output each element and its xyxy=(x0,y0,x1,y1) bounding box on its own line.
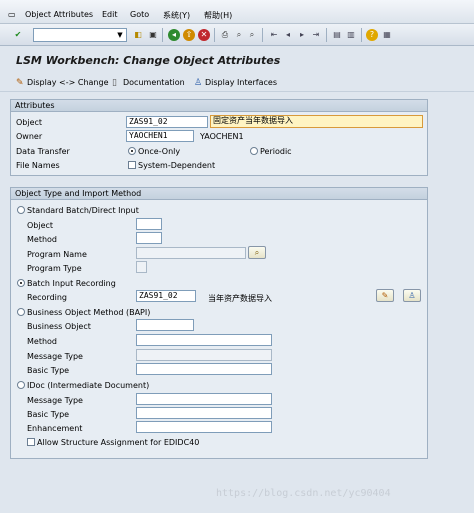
periodic-label: Periodic xyxy=(260,147,292,156)
program-name-field[interactable] xyxy=(136,247,246,259)
recording-field[interactable]: ZAS91_02 xyxy=(136,290,196,302)
data-transfer-label: Data Transfer xyxy=(16,147,70,156)
display-interfaces-button[interactable]: ♙ Display Interfaces xyxy=(194,78,277,88)
standard-batch-radio[interactable] xyxy=(17,206,25,214)
program-search-icon[interactable]: ⌕ xyxy=(248,246,266,259)
idoc-radio[interactable] xyxy=(17,381,25,389)
check-icon[interactable]: ✔ xyxy=(12,29,24,41)
allow-structure-label: Allow Structure Assignment for EDIDC40 xyxy=(37,438,200,447)
program-name-label: Program Name xyxy=(27,250,87,259)
application-toolbar: ✎ Display <-> Change ▯ Documentation ♙ D… xyxy=(0,72,474,92)
toolbar-divider xyxy=(214,28,215,42)
menu-bar: ▭ Object Attributes Edit Goto 系统(Y) 帮助(H… xyxy=(0,0,474,24)
business-object-field[interactable] xyxy=(136,319,194,331)
find-icon[interactable]: ⌕ xyxy=(233,29,245,41)
watermark-text: https://blog.csdn.net/yc90404 xyxy=(216,488,391,499)
once-only-label: Once-Only xyxy=(138,147,181,156)
back-icon[interactable]: ◂ xyxy=(168,29,180,41)
owner-field[interactable]: YAOCHEN1 xyxy=(126,130,194,142)
system-dependent-label: System-Dependent xyxy=(138,161,216,170)
help-icon[interactable]: ? xyxy=(366,29,378,41)
business-object-label: Business Object xyxy=(27,322,91,331)
idoc-label: IDoc (Intermediate Document) xyxy=(27,381,150,390)
prev-page-icon[interactable]: ◂ xyxy=(282,29,294,41)
system-menu-icon[interactable]: ▭ xyxy=(8,10,16,19)
save-icon[interactable]: ▣ xyxy=(147,29,159,41)
owner-label: Owner xyxy=(16,132,43,141)
enhancement-field[interactable] xyxy=(136,421,272,433)
object-description-field[interactable]: 固定资产当年数据导入 xyxy=(210,115,423,128)
file-names-label: File Names xyxy=(16,161,60,170)
shortcut-icon[interactable]: ▥ xyxy=(345,29,357,41)
bapi-radio[interactable] xyxy=(17,308,25,316)
documentation-button[interactable]: ▯ Documentation xyxy=(112,78,185,88)
edit-recording-icon[interactable]: ✎ xyxy=(376,289,394,302)
allow-structure-checkbox[interactable] xyxy=(27,438,35,446)
program-type-label: Program Type xyxy=(27,264,82,273)
attributes-group-header: Attributes xyxy=(11,100,427,112)
recording-description: 当年资产数据导入 xyxy=(208,294,272,303)
menu-object-attributes[interactable]: Object Attributes xyxy=(25,10,93,19)
display-change-button[interactable]: ✎ Display <-> Change xyxy=(16,78,109,88)
last-page-icon[interactable]: ⇥ xyxy=(310,29,322,41)
object-label: Object xyxy=(16,118,43,127)
menu-goto[interactable]: Goto xyxy=(130,10,149,19)
toolbar-divider xyxy=(326,28,327,42)
idoc-message-type-label: Message Type xyxy=(27,396,83,405)
bapi-basic-type-field[interactable] xyxy=(136,363,272,375)
recording-label: Recording xyxy=(27,293,68,302)
new-session-icon[interactable]: ▤ xyxy=(331,29,343,41)
next-page-icon[interactable]: ▸ xyxy=(296,29,308,41)
toolbar-divider xyxy=(262,28,263,42)
first-page-icon[interactable]: ⇤ xyxy=(268,29,280,41)
settings-icon[interactable]: ▦ xyxy=(381,29,393,41)
bookmark-icon[interactable]: ◧ xyxy=(132,29,144,41)
import-method-group-header: Object Type and Import Method xyxy=(11,188,427,200)
bapi-message-type-label: Message Type xyxy=(27,352,83,361)
object-field[interactable]: ZAS91_02 xyxy=(126,116,208,128)
command-field[interactable]: ▼ xyxy=(33,28,127,42)
cancel-icon[interactable]: ✕ xyxy=(198,29,210,41)
bapi-method-label: Method xyxy=(27,337,58,346)
toolbar-divider xyxy=(361,28,362,42)
std-method-label: Method xyxy=(27,235,58,244)
std-object-label: Object xyxy=(27,221,54,230)
enhancement-label: Enhancement xyxy=(27,424,83,433)
title-bar: LSM Workbench: Change Object Attributes xyxy=(0,48,474,72)
menu-edit[interactable]: Edit xyxy=(102,10,118,19)
bapi-method-field[interactable] xyxy=(136,334,272,346)
exit-icon[interactable]: ⇧ xyxy=(183,29,195,41)
menu-help[interactable]: 帮助(H) xyxy=(204,10,232,21)
idoc-message-type-field[interactable] xyxy=(136,393,272,405)
batch-input-recording-label: Batch Input Recording xyxy=(27,279,116,288)
std-object-field[interactable] xyxy=(136,218,162,230)
owner-name-text: YAOCHEN1 xyxy=(200,132,244,141)
standard-batch-label: Standard Batch/Direct Input xyxy=(27,206,139,215)
once-only-radio[interactable] xyxy=(128,147,136,155)
person-icon: ♙ xyxy=(194,78,203,88)
menu-system[interactable]: 系统(Y) xyxy=(163,10,190,21)
find-next-icon[interactable]: ⌕ xyxy=(246,29,258,41)
bapi-message-type-field[interactable] xyxy=(136,349,272,361)
batch-input-recording-radio[interactable] xyxy=(17,279,25,287)
standard-toolbar: ✔ ▼ ◧ ▣ ◂ ⇧ ✕ ⎙ ⌕ ⌕ ⇤ ◂ ▸ ⇥ ▤ ▥ ? ▦ xyxy=(0,24,474,46)
system-dependent-checkbox[interactable] xyxy=(128,161,136,169)
bapi-label: Business Object Method (BAPI) xyxy=(27,308,151,317)
periodic-radio[interactable] xyxy=(250,147,258,155)
program-type-field[interactable] xyxy=(136,261,147,273)
document-icon: ▯ xyxy=(112,78,117,88)
toolbar-divider xyxy=(162,28,163,42)
idoc-basic-type-field[interactable] xyxy=(136,407,272,419)
pencil-icon: ✎ xyxy=(16,78,24,88)
chevron-down-icon[interactable]: ▼ xyxy=(115,30,125,40)
display-recording-icon[interactable]: ♙ xyxy=(403,289,421,302)
idoc-basic-type-label: Basic Type xyxy=(27,410,70,419)
bapi-basic-type-label: Basic Type xyxy=(27,366,70,375)
page-title: LSM Workbench: Change Object Attributes xyxy=(16,54,281,67)
std-method-field[interactable] xyxy=(136,232,162,244)
print-icon[interactable]: ⎙ xyxy=(219,29,231,41)
